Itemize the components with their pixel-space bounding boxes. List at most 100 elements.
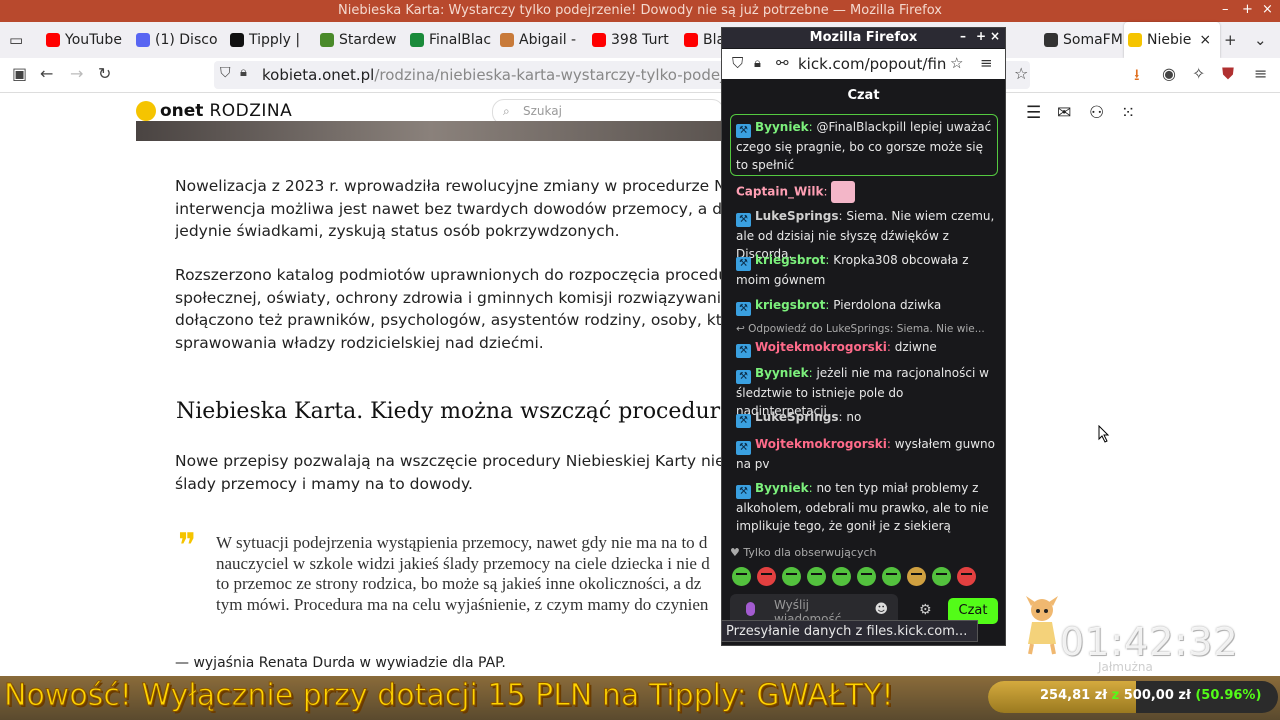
emote-button[interactable]	[907, 567, 926, 586]
tab-label: SomaFM	[1063, 32, 1122, 48]
tab-favicon-icon	[136, 33, 150, 47]
reply-context[interactable]: ↩ Odpowiedź do LukeSprings: Siema. Nie w…	[736, 323, 985, 335]
section-name: RODZINA	[209, 101, 293, 121]
downloads-icon[interactable]: ⭳	[1134, 64, 1140, 91]
quote-line: W sytuacji podejrzenia wystąpienia przem…	[216, 533, 708, 552]
jalmuzna-label: Jałmużna	[1098, 660, 1153, 674]
popout-menu-icon[interactable]: ≡	[980, 54, 993, 72]
popout-maximize-button[interactable]: +	[976, 29, 986, 43]
section-heading: Niebieska Karta. Kiedy można wszcząć pro…	[176, 399, 745, 424]
hamburger-menu-icon[interactable]: ☰	[1026, 103, 1041, 123]
close-window-button[interactable]: ×	[1262, 2, 1273, 17]
popout-close-button[interactable]: ×	[990, 29, 1000, 43]
tab-item[interactable]: YouTube	[42, 22, 130, 58]
chat-message[interactable]: ⚒ LukeSprings: no	[736, 408, 998, 428]
minimize-button[interactable]: –	[1222, 2, 1229, 17]
window-titlebar: Niebieska Karta: Wystarczy tylko podejrz…	[0, 0, 1280, 22]
chat-message[interactable]: ⚒ kriegsbrot: Kropka308 obcowała z moim g…	[736, 251, 998, 289]
status-bar: Przesyłanie danych z files.kick.com...	[721, 620, 978, 642]
user-icon[interactable]: ⚇	[1089, 103, 1104, 123]
subscriber-badge-icon: ⚒	[736, 124, 751, 138]
extensions-icon[interactable]: ✧	[1192, 64, 1205, 83]
emote-button[interactable]	[832, 567, 851, 586]
tab-item[interactable]: Tipply |	[226, 22, 312, 58]
tab-item[interactable]: Stardew	[316, 22, 402, 58]
chat-username[interactable]: Byyniek	[755, 120, 809, 134]
goal-separator: z	[1111, 688, 1120, 703]
lock-icon[interactable]: 🔒︎	[240, 65, 247, 80]
chat-username[interactable]: Wojtekmokrogorski	[755, 340, 887, 354]
tab-label: Abigail -	[519, 32, 577, 48]
tab-list-icon[interactable]: ▭	[9, 31, 23, 49]
tab-favicon-icon	[410, 33, 424, 47]
tab-item[interactable]: Niebie ×	[1124, 22, 1220, 58]
emote-button[interactable]	[757, 567, 776, 586]
menu-icon[interactable]: ≡	[1254, 64, 1267, 83]
emoji-icon[interactable]: ☻	[874, 602, 888, 617]
permissions-icon[interactable]: ⚯	[776, 54, 789, 72]
bookmark-star-icon[interactable]: ☆	[950, 54, 963, 72]
chat-message[interactable]: ⚒ Wojtekmokrogorski: dziwne	[736, 338, 998, 358]
forward-icon[interactable]: →	[70, 64, 83, 83]
shield-icon[interactable]: ⛉	[732, 54, 743, 72]
apps-grid-icon[interactable]: ⁙	[1121, 103, 1135, 123]
lock-icon[interactable]: 🔒︎	[754, 56, 761, 71]
emote-button[interactable]	[882, 567, 901, 586]
popout-url-bar[interactable]: ⛉ 🔒︎ ⚯ kick.com/popout/final ☆ ≡	[722, 49, 1005, 79]
new-tab-icon[interactable]: +	[1224, 31, 1237, 49]
tab-item[interactable]: 398 Turt	[588, 22, 676, 58]
tab-label: Tipply |	[249, 32, 301, 48]
username-colon: :	[823, 184, 832, 199]
list-all-tabs-icon[interactable]: ⌄	[1254, 31, 1267, 49]
settings-gear-icon[interactable]: ⚙	[919, 602, 932, 618]
chat-message[interactable]: ⚒ Wojtekmokrogorski: wysłałem guwno na pv	[736, 435, 998, 473]
paragraph-line: interwencja możliwa jest nawet bez tward…	[175, 199, 725, 218]
emote-button[interactable]	[957, 567, 976, 586]
subscriber-badge-icon: ⚒	[736, 257, 751, 271]
tab-label: Niebie	[1147, 32, 1192, 48]
tab-item[interactable]: SomaFM	[1040, 22, 1122, 58]
tab-item[interactable]: Abigail -	[496, 22, 584, 58]
close-tab-icon[interactable]: ×	[1199, 32, 1211, 48]
chat-username[interactable]: Byyniek	[755, 481, 809, 495]
chat-username[interactable]: Captain_Wilk	[736, 185, 823, 199]
tab-item[interactable]: FinalBlac	[406, 22, 492, 58]
window-title: Niebieska Karta: Wystarczy tylko podejrz…	[337, 3, 942, 18]
onet-logo-dot	[136, 101, 156, 121]
search-placeholder: Szukaj	[523, 104, 562, 118]
emote-button[interactable]	[857, 567, 876, 586]
microphone-icon[interactable]	[746, 602, 755, 616]
tab-item[interactable]: (1) Disco	[132, 22, 220, 58]
maximize-button[interactable]: +	[1242, 2, 1253, 17]
shield-icon[interactable]: ⛉	[220, 65, 231, 81]
account-icon[interactable]: ◉	[1162, 64, 1176, 83]
chat-username[interactable]: kriegsbrot	[755, 253, 825, 267]
chat-username[interactable]: LukeSprings	[755, 209, 839, 223]
emote-button[interactable]	[732, 567, 751, 586]
popout-minimize-button[interactable]: –	[960, 29, 966, 43]
chat-message-text: Pierdolona dziwka	[833, 298, 942, 312]
emote-button[interactable]	[782, 567, 801, 586]
bookmark-star-icon[interactable]: ☆	[1014, 64, 1028, 83]
chat-message[interactable]: ⚒ Byyniek: @FinalBlackpill lepiej uważać …	[736, 118, 998, 174]
emote-button[interactable]	[932, 567, 951, 586]
back-icon[interactable]: ←	[40, 64, 53, 83]
emote-button[interactable]	[807, 567, 826, 586]
chat-username[interactable]: LukeSprings	[755, 410, 839, 424]
chat-username[interactable]: kriegsbrot	[755, 298, 825, 312]
mail-icon[interactable]: ✉	[1057, 103, 1071, 123]
chat-message[interactable]: Captain_Wilk:	[736, 181, 998, 203]
goal-percent: (50.96%)	[1195, 688, 1262, 703]
sidebar-toggle-icon[interactable]: ▣	[12, 64, 27, 83]
chat-message[interactable]: ⚒ kriegsbrot: Pierdolona dziwka	[736, 296, 998, 316]
chat-username[interactable]: Byyniek	[755, 366, 809, 380]
onet-logo[interactable]: onet RODZINA	[136, 101, 292, 121]
chat-message[interactable]: ⚒ Byyniek: no ten typ miał problemy z alk…	[736, 479, 998, 535]
tab-item[interactable]: Bla	[680, 22, 724, 58]
chat-message-text: dziwne	[894, 340, 937, 354]
ublock-icon[interactable]: ⛊	[1222, 64, 1234, 84]
stream-clock: 01:42:32	[1060, 620, 1239, 664]
reload-icon[interactable]: ↻	[98, 64, 111, 83]
mascot-image	[1026, 596, 1058, 655]
chat-username[interactable]: Wojtekmokrogorski	[755, 437, 887, 451]
